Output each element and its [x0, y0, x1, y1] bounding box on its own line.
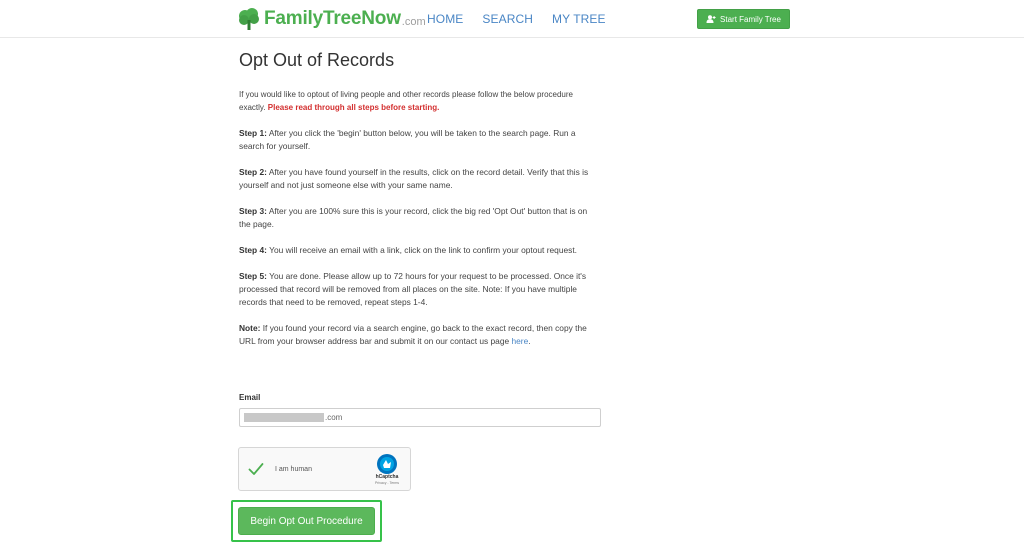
main-nav: HOME SEARCH MY TREE — [427, 12, 625, 26]
page-title: Opt Out of Records — [239, 50, 395, 70]
logo-text: FamilyTreeNow — [264, 8, 401, 29]
captcha-label: I am human — [275, 466, 312, 473]
hcaptcha-logo-icon — [376, 453, 398, 475]
intro-text: If you would like to optout of living pe… — [239, 88, 599, 114]
add-user-icon — [706, 15, 716, 23]
nav-search[interactable]: SEARCH — [482, 12, 533, 26]
tree-logo-icon — [239, 8, 259, 30]
step-4: Step 4: You will receive an email with a… — [239, 244, 599, 257]
step-label: Step 4: — [239, 245, 267, 255]
email-label: Email — [239, 393, 261, 402]
step-2: Step 2: After you have found yourself in… — [239, 166, 599, 192]
start-family-tree-button[interactable]: Start Family Tree — [697, 9, 790, 29]
step-text: After you click the 'begin' button below… — [239, 128, 576, 151]
step-label: Step 3: — [239, 206, 267, 216]
site-logo[interactable]: FamilyTreeNow .com — [237, 6, 426, 32]
step-label: Step 2: — [239, 167, 267, 177]
email-suffix: .com — [325, 413, 343, 422]
note-label: Note: — [239, 323, 261, 333]
intro-warning: Please read through all steps before sta… — [267, 103, 440, 112]
redacted-email — [244, 413, 324, 422]
step-5: Step 5: You are done. Please allow up to… — [239, 270, 599, 309]
hcaptcha-widget[interactable]: I am human hCaptcha Privacy - Terms — [238, 447, 411, 491]
step-text: You are done. Please allow up to 72 hour… — [239, 271, 587, 307]
note-text: If you found your record via a search en… — [239, 323, 587, 346]
nav-my-tree[interactable]: MY TREE — [552, 12, 606, 26]
note-end: . — [528, 336, 531, 346]
logo-suffix: .com — [401, 15, 426, 28]
captcha-brand: hCaptcha — [375, 474, 399, 480]
step-3: Step 3: After you are 100% sure this is … — [239, 205, 599, 231]
checkmark-icon — [248, 462, 264, 481]
step-text: After you have found yourself in the res… — [239, 167, 589, 190]
start-family-tree-label: Start Family Tree — [720, 14, 781, 24]
opt-out-content: Opt Out of Records If you would like to … — [239, 50, 599, 361]
begin-opt-out-button[interactable]: Begin Opt Out Procedure — [238, 507, 375, 535]
site-header: FamilyTreeNow .com HOME SEARCH MY TREE S… — [0, 0, 1024, 38]
contact-here-link[interactable]: here — [511, 336, 528, 346]
step-1: Step 1: After you click the 'begin' butt… — [239, 127, 599, 153]
step-text: After you are 100% sure this is your rec… — [239, 206, 588, 229]
nav-home[interactable]: HOME — [427, 12, 463, 26]
note: Note: If you found your record via a sea… — [239, 322, 599, 348]
step-text: You will receive an email with a link, c… — [269, 245, 577, 255]
step-label: Step 1: — [239, 128, 267, 138]
step-label: Step 5: — [239, 271, 267, 281]
email-input[interactable]: .com — [239, 408, 601, 427]
captcha-terms[interactable]: Privacy - Terms — [370, 481, 404, 485]
